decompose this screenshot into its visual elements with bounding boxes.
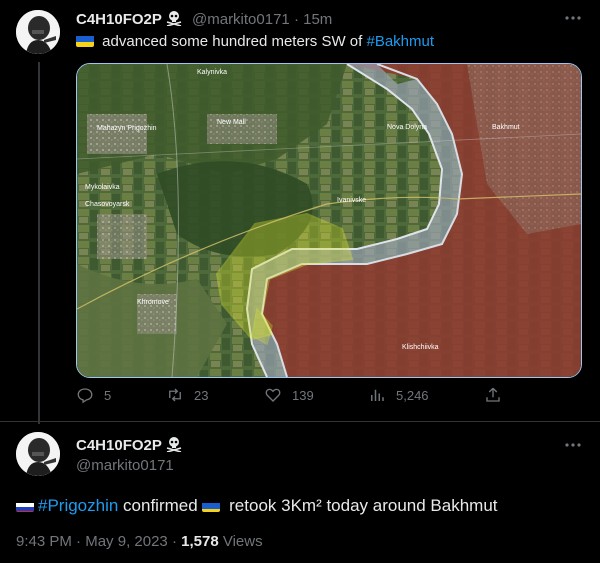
timestamp[interactable]: 15m xyxy=(303,11,332,28)
map-label-bakhmut: Bakhmut xyxy=(492,124,520,131)
thread-connector-line xyxy=(38,62,40,424)
map-label-chasovoyarsk: Chasovoyarsk xyxy=(85,201,130,208)
skull-crossbones-icon xyxy=(166,10,182,30)
post-time[interactable]: 9:43 PM xyxy=(16,533,72,550)
map-label-mahazyn: Mahazyn Prigozhin xyxy=(97,125,157,132)
tweet-divider xyxy=(0,421,600,422)
hashtag-link[interactable]: #Prigozhin xyxy=(38,496,118,515)
tweet-actions: 5 23 139 5,246 xyxy=(76,386,506,410)
map-label-kalynivka: Kalynivka xyxy=(197,69,227,76)
heart-icon xyxy=(265,388,281,402)
map-image[interactable]: Kalynivka Mahazyn Prigozhin Mykolaivka C… xyxy=(76,63,582,378)
avatar[interactable] xyxy=(16,432,60,476)
tweet-text: #Prigozhin confirmed retook 3Km² today a… xyxy=(16,496,498,516)
retweet-button[interactable]: 23 xyxy=(166,386,208,404)
more-options-icon[interactable] xyxy=(564,9,582,32)
share-icon xyxy=(486,387,500,402)
views-count: 1,578 xyxy=(181,533,219,550)
handle-and-time: @markito0171 · 15m xyxy=(192,11,332,28)
tweet-text-mid: confirmed xyxy=(118,496,203,515)
reply-icon xyxy=(77,388,93,404)
map-label-mykolaivka: Mykolaivka xyxy=(85,184,120,191)
avatar[interactable] xyxy=(16,10,60,54)
display-name[interactable]: C4H10FO2P xyxy=(76,436,182,456)
handle[interactable]: @markito0171 xyxy=(192,11,290,28)
map-label-ivanivske: Ivanivske xyxy=(337,197,366,204)
skull-crossbones-icon xyxy=(166,436,182,456)
map-label-new-mall: New Mall xyxy=(217,119,246,126)
display-name-text: C4H10FO2P xyxy=(76,437,162,454)
ukraine-flag-icon xyxy=(202,500,221,512)
like-button[interactable]: 139 xyxy=(264,386,314,404)
like-count: 139 xyxy=(292,387,314,403)
separator-dot: · xyxy=(76,533,82,550)
display-name-text: C4H10FO2P xyxy=(76,11,162,28)
ukraine-flag-icon xyxy=(76,35,94,47)
retweet-icon xyxy=(169,388,181,402)
map-label-nova-dolyna: Nova Dolyna xyxy=(387,124,427,131)
views-button[interactable]: 5,246 xyxy=(368,386,429,404)
russia-flag-icon xyxy=(16,500,34,512)
views-count: 5,246 xyxy=(396,387,429,403)
reply-button[interactable]: 5 xyxy=(76,386,111,404)
separator-dot: · xyxy=(293,11,299,28)
handle[interactable]: @markito0171 xyxy=(76,457,174,474)
analytics-icon xyxy=(371,389,384,401)
retweet-count: 23 xyxy=(194,387,209,403)
share-button[interactable] xyxy=(484,386,512,404)
tweet-meta: 9:43 PM · May 9, 2023 · 1,578 Views xyxy=(16,533,263,550)
views-label: Views xyxy=(218,533,263,550)
hashtag-link[interactable]: #Bakhmut xyxy=(366,33,434,50)
separator-dot: · xyxy=(171,533,177,550)
display-name[interactable]: C4H10FO2P xyxy=(76,10,182,30)
more-options-icon[interactable] xyxy=(564,436,582,459)
tweet-text-end: retook 3Km² today around Bakhmut xyxy=(224,496,498,515)
tweet-text-body: advanced some hundred meters SW of xyxy=(98,33,367,50)
reply-count: 5 xyxy=(104,387,112,403)
tweet-text: advanced some hundred meters SW of #Bakh… xyxy=(76,33,434,50)
map-label-klishchiivka: Klishchiivka xyxy=(402,344,439,351)
post-date[interactable]: May 9, 2023 xyxy=(85,533,168,550)
map-label-khromove: Khromove xyxy=(137,299,169,306)
